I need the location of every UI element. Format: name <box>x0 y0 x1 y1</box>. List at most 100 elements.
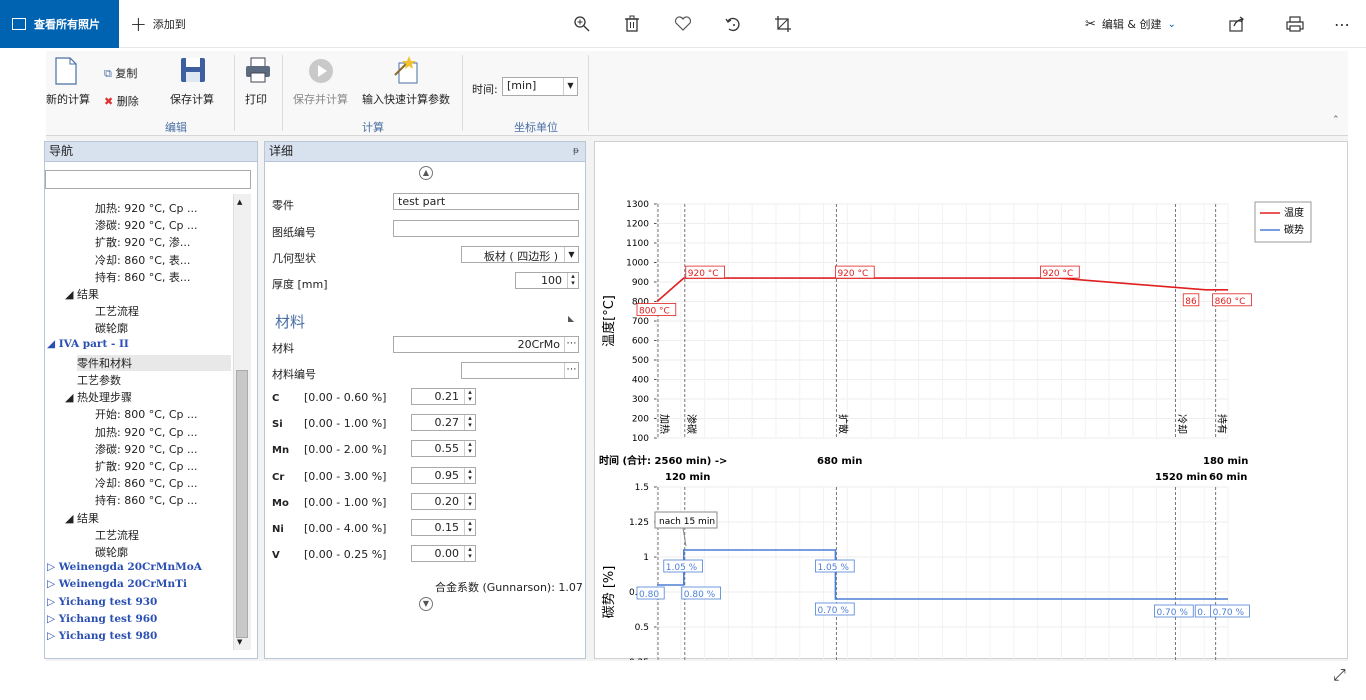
spinner-icon[interactable]: ▴ ▾ <box>567 273 578 288</box>
edit-create-button[interactable]: ✂ 编辑 & 创建 ⌄ <box>1085 0 1176 48</box>
nav-scrollbar[interactable]: ▲ ▼ <box>233 194 251 650</box>
spinner-icon[interactable]: ▴ ▾ <box>464 441 475 457</box>
element-symbol: Cr <box>272 471 285 483</box>
y-tick-label: 1.5 <box>635 483 649 493</box>
nav-tree-item[interactable]: 碳轮廓 <box>95 320 128 336</box>
nav-tree-item[interactable]: 加热: 920 °C, Cp ... <box>95 200 198 216</box>
nav-tree-item[interactable]: 工艺流程 <box>95 303 139 319</box>
spinner-icon[interactable]: ▴ ▾ <box>464 467 475 483</box>
spinner-icon[interactable]: ▴ ▾ <box>464 493 475 509</box>
part-input[interactable]: test part <box>393 193 579 210</box>
nav-tree-item[interactable]: 渗碳: 920 °C, Cp ... <box>95 441 198 457</box>
y-tick-label: 600 <box>632 337 649 347</box>
nav-tree-item[interactable]: 持有: 860 °C, Cp ... <box>95 492 198 508</box>
nav-tree-item[interactable]: ▷ Yichang test 980 <box>47 630 157 642</box>
photo-icon <box>12 18 26 30</box>
composition-input[interactable]: 0.21 ▴ ▾ <box>411 388 476 405</box>
time-unit-select[interactable]: [min] ▼ <box>502 77 578 96</box>
element-range: [0.00 - 4.00 %] <box>304 522 387 535</box>
print-button[interactable]: 打印 <box>245 91 267 107</box>
nav-tree-item[interactable]: ▷ Yichang test 960 <box>47 613 157 625</box>
composition-input[interactable]: 0.95 ▴ ▾ <box>411 466 476 484</box>
print-icon[interactable] <box>1285 14 1305 34</box>
nav-tree-item[interactable]: ◢ 热处理步骤 <box>65 389 132 405</box>
composition-value: 0.55 <box>434 442 460 456</box>
nav-tree-item[interactable]: 碳轮廓 <box>95 544 128 560</box>
favorite-heart-icon[interactable] <box>673 14 693 34</box>
drawing-no-label: 图纸编号 <box>272 226 316 239</box>
zoom-in-icon[interactable] <box>572 14 592 34</box>
quick-params-wizard-icon[interactable] <box>393 55 421 88</box>
composition-input[interactable]: 0.55 ▴ ▾ <box>411 440 476 458</box>
save-and-calc-button[interactable]: 保存并计算 <box>293 91 348 107</box>
scroll-up-icon[interactable]: ▲ <box>237 198 242 206</box>
material-no-input[interactable]: ⋯ <box>461 362 579 379</box>
more-icon[interactable]: ⋯ <box>1332 14 1352 34</box>
share-icon[interactable] <box>1227 14 1247 34</box>
nav-tree-item[interactable]: 加热: 920 °C, Cp ... <box>95 424 198 440</box>
composition-input[interactable]: 0.27 ▴ ▾ <box>411 414 476 432</box>
nav-tree-item[interactable]: 扩散: 920 °C, 渗... <box>95 234 190 250</box>
delete-button[interactable]: ✖ 删除 <box>104 93 139 109</box>
scroll-thumb[interactable] <box>236 370 248 638</box>
spinner-icon[interactable]: ▴ ▾ <box>464 520 475 535</box>
composition-input[interactable]: 0.15 ▴ ▾ <box>411 519 476 536</box>
element-range: [0.00 - 0.60 %] <box>304 391 387 404</box>
rotate-icon[interactable] <box>723 14 743 34</box>
nav-search-input[interactable] <box>45 170 251 189</box>
navigation-panel: 导航 加热: 920 °C, Cp ... 渗碳: 920 °C, Cp ... 扩… <box>44 141 258 659</box>
nav-tree-item[interactable]: ▷ Weinengda 20CrMnMoA <box>47 561 202 573</box>
save-disk-icon[interactable] <box>179 56 207 87</box>
quick-params-button[interactable]: 输入快速计算参数 <box>362 91 450 107</box>
spinner-icon[interactable]: ▴ ▾ <box>464 389 475 404</box>
element-symbol: Si <box>272 419 283 431</box>
ribbon-separator <box>588 55 589 131</box>
thickness-input[interactable]: 100 ▴ ▾ <box>515 272 579 289</box>
delete-icon[interactable] <box>622 14 642 34</box>
spinner-icon[interactable]: ▴ ▾ <box>464 415 475 431</box>
collapse-ribbon-icon[interactable]: ⌃ <box>1332 115 1340 125</box>
nav-tree-item[interactable]: 工艺流程 <box>95 527 139 543</box>
nav-tree-item[interactable]: ◢ IVA part - II <box>47 338 129 350</box>
printer-icon[interactable] <box>244 56 272 87</box>
crop-icon[interactable] <box>773 14 793 34</box>
nav-tree-item[interactable]: ◢ 结果 <box>65 286 99 302</box>
scroll-down-icon[interactable]: ▼ <box>237 638 242 646</box>
nav-tree-item[interactable]: 渗碳: 920 °C, Cp ... <box>95 217 198 233</box>
browse-ellipsis-icon[interactable]: ⋯ <box>564 363 578 378</box>
spinner-icon[interactable]: ▴ ▾ <box>464 546 475 562</box>
time-180: 180 min <box>1203 456 1248 467</box>
geometry-select[interactable]: 板材 ( 四边形 ) ▼ <box>461 246 579 263</box>
composition-input[interactable]: 0.20 ▴ ▾ <box>411 492 476 510</box>
time-summary-title: 时间 (合计: 2560 min) -> <box>599 454 727 467</box>
nav-tree-item[interactable]: ▷ Yichang test 930 <box>47 596 157 608</box>
nav-tree-item[interactable]: 冷却: 860 °C, 表... <box>95 252 190 268</box>
pin-icon[interactable]: ᵽ <box>573 142 579 161</box>
y-tick-label: 1100 <box>626 239 649 249</box>
nav-tree-item[interactable]: 持有: 860 °C, 表... <box>95 269 190 285</box>
nav-tree-item[interactable]: ◢ 结果 <box>65 510 99 526</box>
new-document-icon[interactable] <box>54 57 78 88</box>
nav-tree-item[interactable]: ▷ Weinengda 20CrMnTi <box>47 578 187 590</box>
composition-input[interactable]: 0.00 ▴ ▾ <box>411 545 476 563</box>
nav-tree-item[interactable]: 扩散: 920 °C, Cp ... <box>95 458 198 474</box>
material-input[interactable]: 20CrMo ⋯ <box>393 336 579 353</box>
play-icon[interactable] <box>308 58 334 87</box>
add-to-button[interactable]: + 添加到 <box>130 0 186 48</box>
view-all-photos-button[interactable]: 查看所有照片 <box>0 0 119 48</box>
drawing-no-input[interactable] <box>393 220 579 237</box>
edit-group-label: 编辑 <box>165 121 187 134</box>
nav-tree-item[interactable]: 冷却: 860 °C, Cp ... <box>95 475 198 491</box>
new-calc-button[interactable]: 新的计算 <box>46 91 90 107</box>
collapse-up-icon[interactable]: ▲ <box>419 166 433 180</box>
browse-ellipsis-icon[interactable]: ⋯ <box>564 337 578 352</box>
collapse-down-icon[interactable]: ▼ <box>419 597 433 611</box>
expand-icon[interactable]: ◣ <box>568 314 574 323</box>
material-label: 材料 <box>272 342 294 355</box>
nav-tree-item[interactable]: 零件和材料 <box>77 354 231 371</box>
nav-tree-item[interactable]: 工艺参数 <box>77 372 121 388</box>
save-calc-button[interactable]: 保存计算 <box>170 91 214 107</box>
copy-button[interactable]: ⧉ 复制 <box>104 65 137 81</box>
nav-tree-item[interactable]: 开始: 800 °C, Cp ... <box>95 406 198 422</box>
fullscreen-expand-icon[interactable]: ⤢ <box>1333 665 1346 685</box>
